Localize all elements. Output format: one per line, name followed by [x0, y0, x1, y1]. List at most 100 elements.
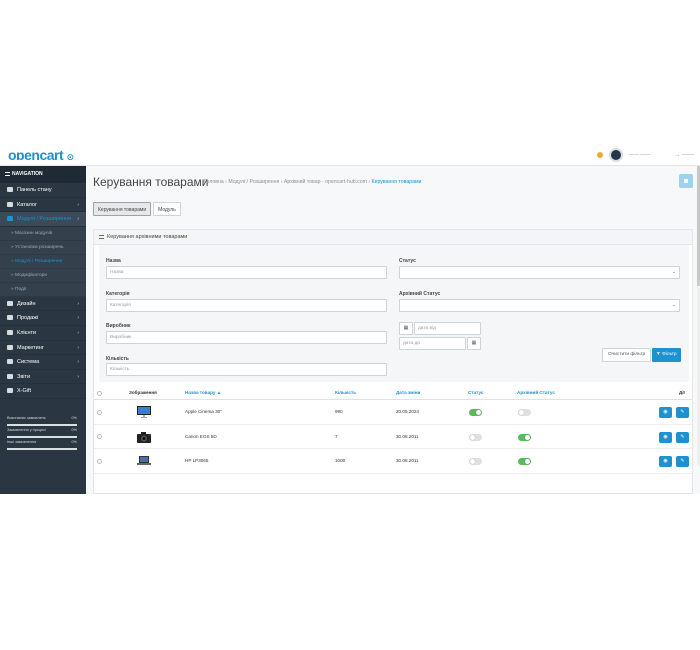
order-stats: Виконаних замовлень 0% Замовлення у проце…: [7, 416, 77, 452]
sidebar-item-xgift[interactable]: X-Gift: [0, 384, 86, 399]
stat-completed: Виконаних замовлень 0%: [7, 416, 77, 428]
row-checkbox[interactable]: [97, 409, 102, 415]
archive-status-toggle[interactable]: [518, 433, 531, 441]
sidebar-item-label: Каталог: [17, 201, 37, 208]
sidebar-subitem-modifications[interactable]: » Модифікатори: [0, 268, 86, 283]
date-to-field[interactable]: дата до: [399, 337, 466, 350]
product-name: Canon EOS 5D: [185, 433, 217, 439]
tab-manage-products[interactable]: Керування товарами: [93, 202, 152, 216]
status-label: Статус: [399, 258, 416, 264]
status-toggle[interactable]: [469, 433, 482, 441]
archive-status-select[interactable]: ⌄: [399, 299, 680, 312]
table-row: HP LP3065 1000 30.08.2011 ◉ ✎: [94, 449, 692, 474]
row-checkbox[interactable]: [97, 434, 102, 439]
table-row: Apple Cinema 30" 990 20.05.2024 ◉ ✎: [94, 400, 692, 425]
stat-percent: 0%: [71, 440, 78, 444]
sidebar-item-extensions[interactable]: Модулі / Розширення ›: [0, 212, 86, 227]
archive-status-label: Архівний Статус: [399, 291, 441, 297]
sidebar-item-reports[interactable]: Звіти ›: [0, 370, 86, 385]
sidebar-item-sales[interactable]: Продажі ›: [0, 311, 86, 326]
breadcrumb-current[interactable]: Керування товарами: [372, 179, 422, 185]
col-action: Дії: [679, 390, 685, 395]
calendar-icon[interactable]: ▦: [467, 337, 481, 350]
user-name[interactable]: —— ——: [629, 152, 650, 158]
col-status[interactable]: Статус: [468, 386, 483, 400]
sidebar-subitem-installer[interactable]: » Установка розширень: [0, 240, 86, 255]
breadcrumb-module[interactable]: Архівний товар - opencart-hub.com: [284, 179, 367, 185]
breadcrumb-extensions[interactable]: Модулі / Розширення: [228, 179, 279, 185]
sidebar-subitem-marketplace[interactable]: » Магазин модулів: [0, 226, 86, 241]
tab-module[interactable]: Модуль: [153, 202, 181, 216]
product-quantity: 7: [335, 433, 338, 439]
panel-heading: Керування архівними товарами: [94, 230, 692, 245]
product-quantity: 1000: [335, 458, 346, 463]
user-icon: [7, 330, 13, 336]
stat-progress-bar: [7, 448, 77, 450]
logout-link[interactable]: → ——: [674, 152, 694, 158]
gear-icon: [7, 359, 13, 365]
row-checkbox[interactable]: [97, 458, 102, 464]
product-image-laptop[interactable]: [136, 454, 152, 468]
filter-button[interactable]: ▼ Фільтр: [652, 348, 681, 362]
chevron-icon: ›: [77, 216, 79, 223]
bell-icon[interactable]: [596, 152, 603, 158]
share-icon: [7, 344, 13, 350]
manufacturer-field[interactable]: Виробник: [106, 331, 387, 344]
avatar[interactable]: [608, 148, 623, 162]
sidebar-nav-title[interactable]: NAVIGATION: [0, 166, 86, 183]
select-all-checkbox[interactable]: [97, 390, 102, 396]
sidebar-subitem-extensions[interactable]: » Модулі / Розширення: [0, 254, 86, 269]
archive-status-toggle[interactable]: [518, 409, 531, 416]
filter-form: Назва Назва Категорія Категорія Виробник…: [99, 245, 689, 382]
product-image-monitor[interactable]: [136, 405, 152, 419]
sidebar-item-system[interactable]: Система ›: [0, 355, 86, 370]
sidebar-item-customers[interactable]: Клієнти ›: [0, 326, 86, 341]
table-header: Зображення Назва товару ▲ Кількість Дата…: [94, 386, 692, 400]
view-button[interactable]: ◉: [659, 431, 672, 443]
name-field[interactable]: Назва: [106, 266, 387, 279]
user-menu: —— —— → ——: [596, 148, 694, 162]
top-header: opencart ⊙ —— —— → ——: [0, 138, 700, 166]
stat-other: Інші замовлення 0%: [7, 440, 77, 452]
main-content: Керування товарами Головна › Модулі / Ро…: [86, 166, 700, 494]
quantity-field[interactable]: Кількість: [106, 363, 387, 376]
sidebar-item-marketing[interactable]: Маркетинг ›: [0, 341, 86, 356]
sidebar-item-label: Система: [17, 359, 40, 366]
tab-bar: Керування товарами Модуль: [93, 202, 181, 216]
archive-status-toggle[interactable]: [518, 458, 531, 465]
product-name: HP LP3065: [185, 458, 209, 463]
edit-button[interactable]: ✎: [676, 431, 689, 443]
chevron-icon: ›: [77, 201, 79, 208]
view-button[interactable]: ◉: [659, 456, 672, 467]
edit-button[interactable]: ✎: [676, 456, 689, 467]
stat-progress-bar: [7, 424, 77, 426]
col-quantity[interactable]: Кількість: [335, 386, 356, 400]
sidebar-item-design[interactable]: Дизайн ›: [0, 297, 86, 312]
status-select[interactable]: ⌄: [399, 266, 680, 279]
status-toggle[interactable]: [469, 409, 482, 416]
edit-button[interactable]: ✎: [676, 407, 689, 418]
product-name: Apple Cinema 30": [185, 409, 222, 414]
calendar-icon[interactable]: ▦: [399, 322, 413, 335]
date-from-field[interactable]: дата від: [414, 322, 481, 335]
product-image-camera[interactable]: [136, 430, 152, 444]
sidebar-subitem-events[interactable]: » Події: [0, 282, 86, 297]
col-name[interactable]: Назва товару ▲: [185, 386, 221, 400]
col-date[interactable]: Дата зміни: [396, 386, 420, 400]
opencart-logo[interactable]: opencart ⊙: [8, 148, 74, 160]
clear-filter-button[interactable]: Очистити фільтр: [602, 348, 652, 362]
chevron-icon: ›: [77, 329, 79, 336]
view-button[interactable]: ◉: [659, 407, 672, 418]
status-toggle[interactable]: [469, 458, 482, 465]
sidebar-item-label: Модулі / Розширення: [17, 216, 72, 223]
chevron-icon: ›: [77, 359, 79, 366]
settings-button[interactable]: [679, 174, 693, 188]
sidebar-item-dashboard[interactable]: Панель стану: [0, 183, 86, 198]
quantity-label: Кількість: [106, 356, 129, 362]
breadcrumb-home[interactable]: Головна: [204, 179, 224, 185]
toggle-knob: [519, 410, 524, 415]
sidebar-item-catalog[interactable]: Каталог ›: [0, 198, 86, 213]
category-label: Категорія: [106, 291, 130, 297]
category-field[interactable]: Категорія: [106, 299, 387, 312]
col-archive-status[interactable]: Архівний Статус: [517, 386, 555, 400]
